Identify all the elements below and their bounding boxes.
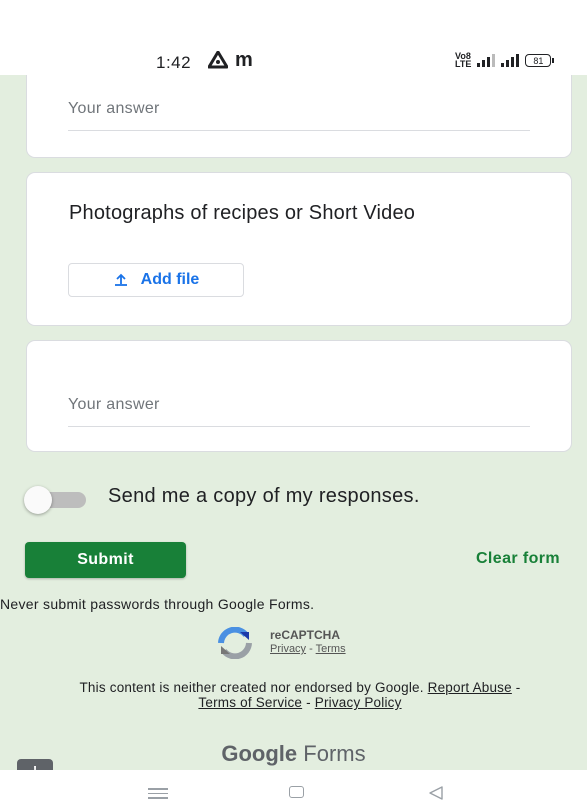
status-bar: 1:42 m Vo8 LTE 81	[0, 0, 587, 75]
answer-input-2[interactable]: Your answer	[68, 396, 530, 427]
question-card-answer: Your answer	[27, 341, 571, 451]
signal-icon-1	[477, 53, 496, 67]
answer-placeholder: Your answer	[68, 100, 160, 117]
navigation-bar	[0, 770, 587, 810]
disclaimer: This content is neither created nor endo…	[60, 680, 540, 710]
question-card-upload: Photographs of recipes or Short Video Ad…	[27, 173, 571, 325]
menu-icon[interactable]	[148, 788, 168, 799]
privacy-policy-link[interactable]: Privacy Policy	[315, 695, 402, 710]
disclaimer-text: This content is neither created nor endo…	[79, 680, 424, 695]
submit-button[interactable]: Submit	[25, 542, 186, 578]
toggle-thumb	[24, 486, 52, 514]
dash-1: -	[511, 680, 521, 695]
home-icon[interactable]	[289, 786, 304, 798]
brand-google: Google	[221, 741, 298, 766]
brand-forms: Forms	[303, 741, 366, 766]
report-abuse-link[interactable]: Report Abuse	[428, 680, 512, 695]
question-card-previous: Your answer	[27, 75, 571, 157]
add-file-button[interactable]: Add file	[68, 263, 244, 297]
password-warning: Never submit passwords through Google Fo…	[0, 596, 315, 612]
question-title: Photographs of recipes or Short Video	[69, 202, 416, 224]
answer-input-1[interactable]: Your answer	[68, 100, 530, 131]
volte-icon: Vo8 LTE	[455, 51, 472, 69]
recaptcha-privacy-link[interactable]: Privacy	[270, 643, 306, 655]
google-forms-logo[interactable]: Google Forms	[0, 741, 587, 767]
add-file-label: Add file	[140, 271, 200, 288]
recaptcha-terms-link[interactable]: Terms	[316, 643, 346, 655]
carrier-m-icon: m	[235, 49, 253, 71]
terms-of-service-link[interactable]: Terms of Service	[198, 695, 302, 710]
status-right-icons: Vo8 LTE 81	[455, 51, 555, 69]
status-time: 1:42	[156, 53, 192, 72]
app-notification-icon	[208, 51, 228, 69]
answer-placeholder: Your answer	[68, 396, 160, 413]
recaptcha-links: Privacy - Terms	[270, 643, 346, 655]
back-icon[interactable]	[428, 785, 444, 801]
copy-responses-toggle[interactable]	[24, 486, 86, 514]
dash-2: -	[302, 695, 315, 710]
copy-responses-label: Send me a copy of my responses.	[108, 485, 420, 507]
form-content[interactable]: Your answer Photographs of recipes or Sh…	[0, 75, 587, 770]
signal-icon-2	[501, 53, 520, 67]
report-icon[interactable]: !	[17, 759, 53, 770]
upload-icon	[114, 273, 127, 286]
recaptcha-logo-icon	[218, 627, 252, 659]
recaptcha-separator: -	[306, 643, 316, 655]
clear-form-button[interactable]: Clear form	[420, 550, 560, 568]
battery-icon: 81	[525, 53, 555, 67]
recaptcha-title: reCAPTCHA	[270, 628, 341, 642]
